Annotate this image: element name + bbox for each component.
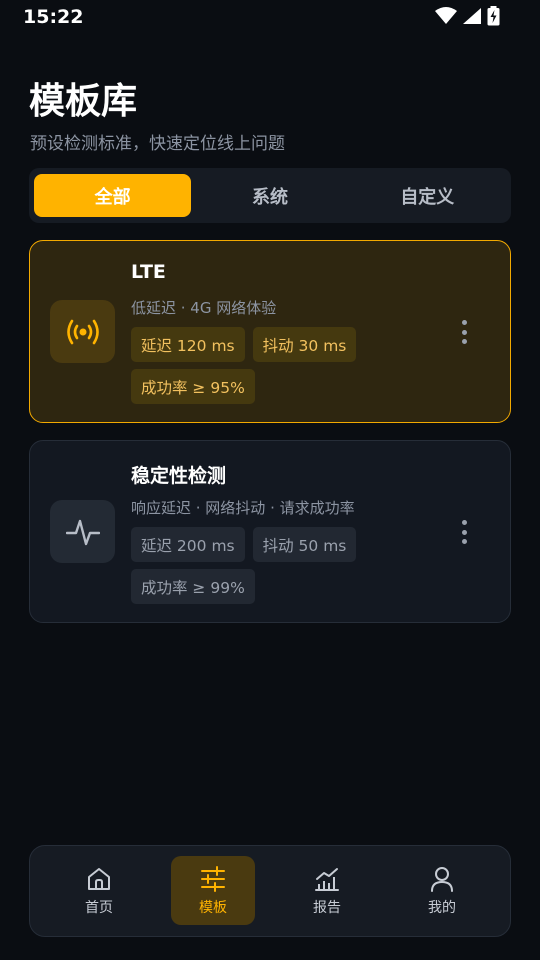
- card-icon-container: [50, 500, 115, 563]
- cell-signal-icon: [463, 8, 481, 24]
- chip-row: 延迟 120 ms 抖动 30 ms: [131, 327, 357, 362]
- nav-item-reports[interactable]: 报告: [285, 856, 369, 925]
- nav-item-home[interactable]: 首页: [57, 856, 141, 925]
- chip-latency: 延迟 200 ms: [131, 527, 245, 562]
- more-dot: [461, 329, 467, 335]
- chart-icon: [315, 867, 339, 891]
- status-time: 15:22: [23, 6, 84, 28]
- chip-row: 成功率 ≥ 99%: [131, 569, 255, 604]
- nav-label: 模板: [199, 899, 227, 916]
- more-dot: [461, 529, 467, 535]
- screen: 15:22 模板库 预设检测标准，快速定位线上问题 全部 系统 自定义 LTE …: [0, 0, 540, 960]
- more-dot: [461, 539, 467, 544]
- user-icon: [431, 866, 453, 892]
- card-description: 低延迟 · 4G 网络体验: [131, 299, 277, 317]
- more-dot: [461, 339, 467, 344]
- nav-label: 报告: [313, 899, 341, 916]
- tab-all[interactable]: 全部: [34, 174, 192, 217]
- chip-row: 成功率 ≥ 95%: [131, 369, 255, 404]
- tab-custom[interactable]: 自定义: [349, 174, 506, 217]
- card-icon-container: [50, 300, 115, 363]
- chip-row: 延迟 200 ms 抖动 50 ms: [131, 527, 357, 562]
- chip-jitter: 抖动 30 ms: [252, 327, 357, 362]
- signal-broadcast-icon: [66, 319, 99, 344]
- tab-system[interactable]: 系统: [191, 174, 348, 217]
- chip-latency: 延迟 120 ms: [131, 327, 245, 362]
- status-bar: 15:22: [0, 0, 540, 34]
- status-icons: [435, 6, 500, 26]
- chip-jitter: 抖动 50 ms: [252, 527, 357, 562]
- nav-label: 我的: [428, 899, 456, 916]
- filter-tabs: 全部 系统 自定义: [29, 168, 511, 223]
- template-card-lte[interactable]: LTE 低延迟 · 4G 网络体验 延迟 120 ms 抖动 30 ms 成功率…: [29, 240, 511, 423]
- sliders-icon: [201, 865, 225, 892]
- card-description: 响应延迟 · 网络抖动 · 请求成功率: [131, 499, 355, 517]
- page-title: 模板库: [29, 81, 138, 122]
- more-dot: [461, 320, 467, 325]
- page-subtitle: 预设检测标准，快速定位线上问题: [30, 134, 285, 154]
- pulse-wave-icon: [65, 519, 100, 545]
- bottom-navigation: 首页 模板 报告 我的: [29, 845, 511, 937]
- nav-item-profile[interactable]: 我的: [400, 856, 484, 925]
- nav-item-templates[interactable]: 模板: [171, 856, 255, 925]
- chip-success-rate: 成功率 ≥ 95%: [131, 369, 255, 404]
- more-dot: [461, 520, 467, 525]
- card-title: 稳定性检测: [131, 465, 227, 487]
- more-options-button[interactable]: [452, 317, 476, 347]
- more-options-button[interactable]: [452, 517, 476, 547]
- nav-label: 首页: [85, 899, 113, 916]
- home-icon: [88, 867, 110, 890]
- chip-success-rate: 成功率 ≥ 99%: [131, 569, 255, 604]
- card-title: LTE: [131, 261, 166, 283]
- battery-charging-icon: [487, 6, 500, 26]
- template-card-stability[interactable]: 稳定性检测 响应延迟 · 网络抖动 · 请求成功率 延迟 200 ms 抖动 5…: [29, 440, 511, 623]
- wifi-icon: [435, 7, 457, 24]
